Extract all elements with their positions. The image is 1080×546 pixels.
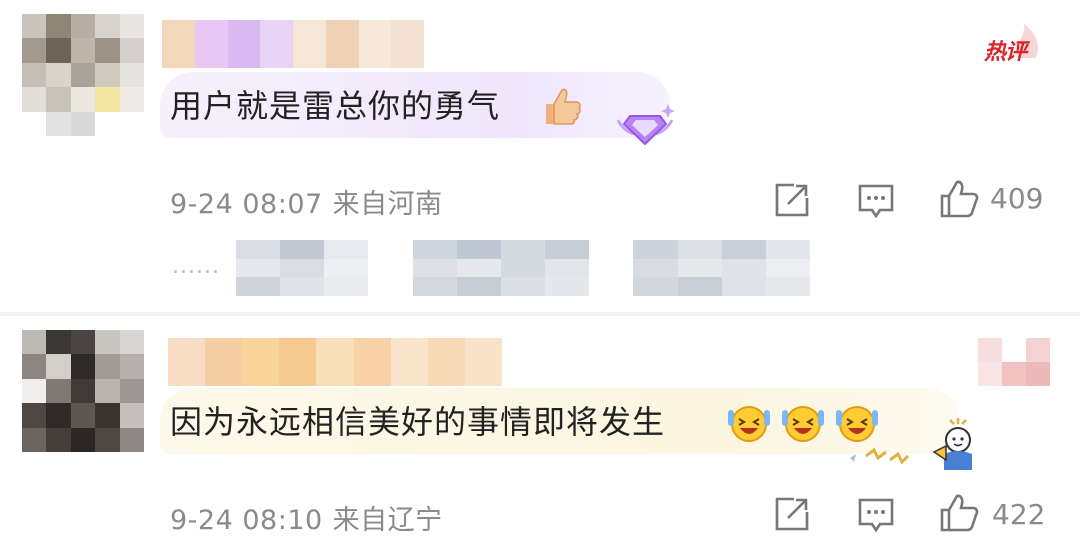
comment-timestamp: 9-24 08:10 xyxy=(170,505,323,536)
cheering-character-icon xyxy=(850,418,972,470)
comment-text: 因为永远相信美好的事情即将发生 xyxy=(170,403,666,441)
comment-location: 来自辽宁 xyxy=(332,505,443,536)
thumbs-up-emoji-icon xyxy=(546,88,581,125)
comment-text: 用户就是雷总你的勇气 xyxy=(170,87,501,125)
share-icon[interactable] xyxy=(772,180,812,220)
username-blurred[interactable] xyxy=(162,20,424,68)
comment-item: 因为永远相信美好的事情即将发生 9-24 08:10 来自辽宁 422 xyxy=(0,318,1080,546)
comment-icon[interactable] xyxy=(856,180,896,220)
avatar[interactable] xyxy=(22,14,144,136)
comment-divider xyxy=(0,312,1080,316)
badge-blurred xyxy=(978,338,1050,386)
crown-gem-icon xyxy=(616,104,675,146)
thumbs-up-icon[interactable] xyxy=(938,492,980,534)
username-blurred[interactable] xyxy=(168,338,502,386)
comment-icon[interactable] xyxy=(856,494,896,534)
comment-meta: 9-24 08:10 来自辽宁 xyxy=(170,498,443,537)
comment-location: 来自河南 xyxy=(332,189,443,220)
laughing-emoji-icon xyxy=(782,406,824,442)
like-count: 422 xyxy=(992,498,1046,531)
replies-ellipsis: ...... xyxy=(172,254,220,279)
comment-meta: 9-24 08:07 来自河南 xyxy=(170,182,443,221)
hot-comment-badge: 热评 xyxy=(984,40,1027,65)
thumbs-up-icon[interactable] xyxy=(938,178,980,220)
comment-timestamp: 9-24 08:07 xyxy=(170,189,323,220)
replies-preview-blurred[interactable] xyxy=(236,240,810,296)
laughing-emoji-icon xyxy=(728,406,770,442)
comment-item: 热评 用户就是雷总你的勇气 9-24 08:07 来自河南 409 ...... xyxy=(0,0,1080,300)
share-icon[interactable] xyxy=(772,494,812,534)
comment-bubble: 用户就是雷总你的勇气 xyxy=(160,72,670,138)
like-count: 409 xyxy=(990,182,1044,215)
avatar[interactable] xyxy=(22,330,144,452)
